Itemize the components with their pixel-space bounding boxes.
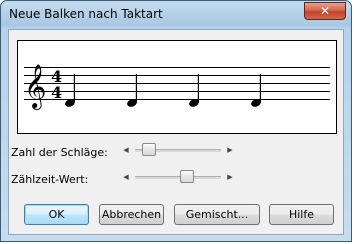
beat-value-slider[interactable]: ◀ ▶ xyxy=(121,169,235,185)
time-signature-bottom: 4 xyxy=(51,83,62,102)
left-arrow-icon[interactable]: ◀ xyxy=(121,172,131,182)
staff-lines xyxy=(24,67,330,100)
treble-clef-icon: 𝄞 xyxy=(24,64,46,110)
dialog-client-area: 𝄞 4 4 Zahl der Schläge: ◀ ▶ Zählzeit-Wer… xyxy=(8,29,344,235)
beat-value-slider-track[interactable] xyxy=(135,176,221,179)
cancel-button[interactable]: Abbrechen xyxy=(99,204,164,225)
beat-value-label: Zählzeit-Wert: xyxy=(11,173,89,186)
right-arrow-icon[interactable]: ▶ xyxy=(225,172,235,182)
left-arrow-icon[interactable]: ◀ xyxy=(121,145,131,155)
close-icon: ✕ xyxy=(319,4,331,18)
staff-preview-svg: 𝄞 4 4 xyxy=(24,64,330,110)
window-title: Neue Balken nach Taktart xyxy=(9,7,163,21)
dialog-window: Neue Balken nach Taktart ✕ 𝄞 4 4 Zahl de… xyxy=(0,0,352,242)
beat-value-slider-thumb[interactable] xyxy=(180,170,195,183)
right-arrow-icon[interactable]: ▶ xyxy=(225,145,235,155)
beats-slider[interactable]: ◀ ▶ xyxy=(121,142,235,158)
close-button[interactable]: ✕ xyxy=(304,2,346,20)
beaming-preview: 𝄞 4 4 xyxy=(17,40,337,134)
ok-button[interactable]: OK xyxy=(24,204,89,225)
beats-label: Zahl der Schläge: xyxy=(11,146,108,159)
help-button[interactable]: Hilfe xyxy=(269,204,334,225)
mixed-button[interactable]: Gemischt... xyxy=(174,204,260,225)
title-bar[interactable]: Neue Balken nach Taktart ✕ xyxy=(1,1,351,27)
beats-slider-thumb[interactable] xyxy=(142,143,157,156)
